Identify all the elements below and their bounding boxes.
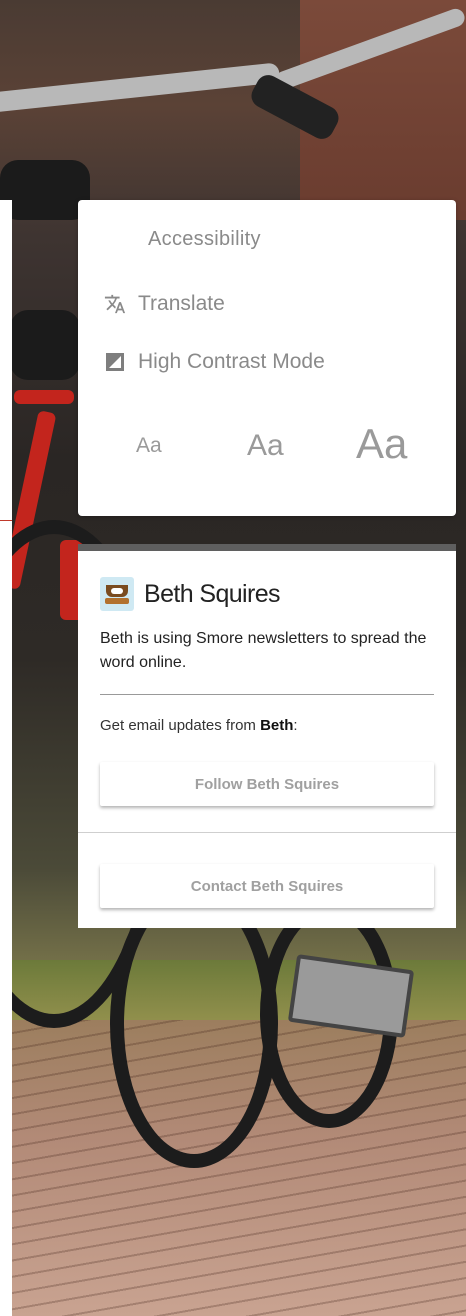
bike-frame [14,390,74,404]
handlebar [0,62,281,114]
author-bio: Beth is using Smore newsletters to sprea… [100,630,427,671]
avatar-icon [100,577,134,611]
divider [0,520,12,521]
translate-icon [104,293,126,315]
text-size-small[interactable]: Aa [136,434,162,458]
author-name[interactable]: Beth Squires [144,580,281,609]
email-updates-text: Get email updates from Beth: [100,717,298,734]
author-header: Beth Squires [100,577,281,611]
text-size-medium[interactable]: Aa [247,429,284,463]
updates-name: Beth [260,717,294,734]
divider [78,832,456,833]
follow-button[interactable]: Follow Beth Squires [100,762,434,806]
divider [100,694,434,695]
translate-option[interactable]: Translate [104,292,225,316]
accessibility-panel: Accessibility Translate High Contrast Mo… [78,200,456,516]
bike-seat [0,160,90,220]
bike-seat [10,310,80,380]
accessibility-title: Accessibility [148,228,261,250]
high-contrast-label: High Contrast Mode [138,350,325,373]
text-size-options: Aa Aa Aa [78,420,456,474]
contact-button[interactable]: Contact Beth Squires [100,864,434,908]
updates-prefix: Get email updates from [100,717,261,734]
updates-suffix: : [293,717,298,734]
translate-label: Translate [138,292,225,315]
contrast-icon [104,351,126,373]
high-contrast-option[interactable]: High Contrast Mode [104,350,325,374]
author-card: Beth Squires Beth is using Smore newslet… [78,544,456,928]
text-size-large[interactable]: Aa [356,420,407,468]
left-panel-edge [0,200,12,1316]
